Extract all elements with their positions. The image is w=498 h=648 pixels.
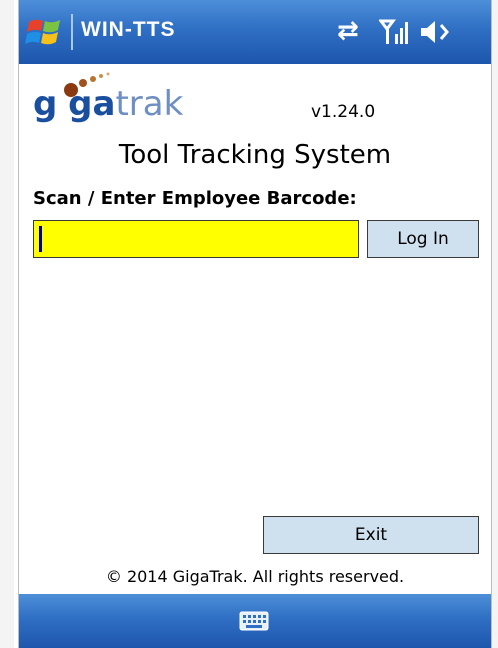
- device-frame-left: [0, 0, 14, 648]
- connectivity-icon[interactable]: ⇄: [337, 16, 359, 46]
- logo-letter-g: g: [33, 84, 58, 124]
- title-separator: [71, 14, 73, 50]
- logo-text-ga: ga: [68, 84, 116, 124]
- title-bar: WIN-TTS ⇄: [19, 0, 491, 64]
- exit-button[interactable]: Exit: [263, 516, 479, 554]
- app-title: WIN-TTS: [81, 18, 176, 41]
- gigatrak-logo: g gatrak: [33, 70, 203, 130]
- text-caret: [39, 226, 42, 252]
- signal-icon[interactable]: [379, 18, 409, 46]
- windows-start-icon[interactable]: [25, 12, 65, 52]
- logo-text-trak: trak: [115, 84, 184, 124]
- keyboard-icon[interactable]: [239, 610, 269, 632]
- login-button[interactable]: Log In: [367, 220, 479, 258]
- device-screen: WIN-TTS ⇄ g gatrak v1.24.0 Tool Tracking…: [18, 0, 492, 648]
- soft-key-bar: [19, 594, 491, 648]
- volume-icon[interactable]: [419, 18, 453, 46]
- employee-barcode-input[interactable]: [33, 220, 359, 258]
- page-title: Tool Tracking System: [118, 140, 392, 170]
- barcode-prompt-label: Scan / Enter Employee Barcode:: [33, 188, 357, 209]
- copyright-notice: © 2014 GigaTrak. All rights reserved.: [105, 567, 405, 586]
- version-label: v1.24.0: [311, 102, 376, 122]
